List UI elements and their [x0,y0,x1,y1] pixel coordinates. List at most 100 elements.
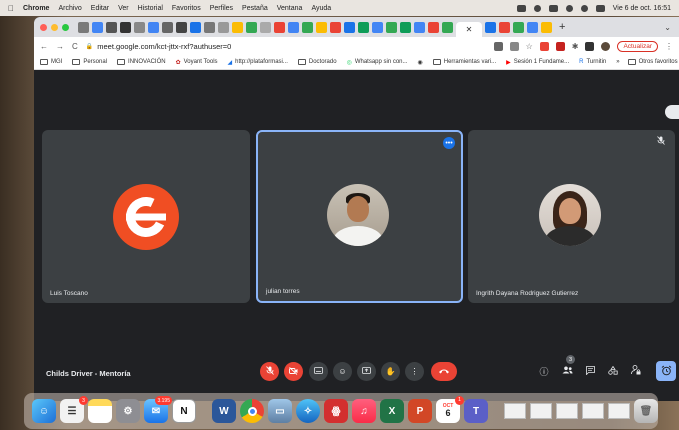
browser-menu-icon[interactable]: ⋮ [665,42,673,51]
dock-calendar[interactable]: OCT 6 1 [436,396,464,423]
tab-favicon[interactable] [148,21,159,33]
share-icon[interactable] [509,41,519,51]
zoom-window-button[interactable] [62,23,69,31]
control-center-icon[interactable] [595,4,605,12]
tab-favicon[interactable] [260,21,271,33]
chat-button[interactable] [584,365,596,377]
dock-music[interactable]: ♫ [352,399,376,423]
tab-favicon[interactable] [541,21,552,33]
dock-minimized-window[interactable] [582,403,604,419]
tab-favicon[interactable] [176,21,187,33]
tab-favicon[interactable] [106,21,117,33]
status-app-icon[interactable] [516,4,526,12]
tab-favicon[interactable] [316,21,327,33]
tab-favicon[interactable] [246,21,257,33]
dock-minimized-window[interactable] [556,403,578,419]
timer-button[interactable] [656,361,676,381]
participant-tile[interactable]: Luis Toscano [42,130,250,303]
extensions-puzzle-icon[interactable]: ✱ [572,42,579,51]
bookmark-item[interactable]: ◎ Whatsapp sin con... [347,59,408,66]
menu-item-editar[interactable]: Editar [91,5,109,12]
bookmark-item[interactable]: Herramientas vari... [432,59,496,65]
tab-favicon[interactable] [358,21,369,33]
menu-item-ventana[interactable]: Ventana [277,5,303,12]
dock-minimized-window[interactable] [504,403,526,419]
more-options-button[interactable]: ⋮ [405,362,424,381]
dock-teams[interactable]: T [464,399,488,423]
extension-icon[interactable] [555,41,565,51]
profile-avatar[interactable] [601,41,611,51]
microphone-toggle-button[interactable] [260,362,279,381]
reactions-button[interactable]: ☺ [333,362,352,381]
cloud-icon[interactable] [533,4,541,12]
raise-hand-button[interactable]: ✋ [381,362,400,381]
apple-menu-icon[interactable]:  [8,4,14,13]
tab-favicon[interactable] [513,21,524,33]
tab-favicon[interactable] [400,21,411,33]
tab-search-chevron-icon[interactable]: ⌄ [664,23,671,32]
more-options-icon[interactable]: ••• [443,137,455,149]
menu-app-name[interactable]: Chrome [23,5,49,12]
bookmark-item[interactable]: INNOVACIÓN [117,59,166,65]
tab-favicon[interactable] [162,21,173,33]
dock-safari[interactable]: ✧ [296,399,320,423]
camera-indicator-icon[interactable] [493,41,503,51]
menu-item-ayuda[interactable]: Ayuda [311,5,331,12]
menu-item-archivo[interactable]: Archivo [58,5,81,12]
side-panel-icon[interactable] [585,41,595,51]
battery-icon[interactable] [548,4,558,12]
bookmarks-overflow-button[interactable]: » [616,59,619,65]
minimize-window-button[interactable] [51,23,58,31]
people-button[interactable] [561,365,573,377]
leave-call-button[interactable] [431,362,457,381]
tab-favicon[interactable] [485,21,496,33]
tab-favicon[interactable] [527,21,538,33]
tab-favicon[interactable] [274,21,285,33]
dock-mail[interactable]: ✉ 3.195 [144,396,172,423]
participant-tile[interactable]: Ingrith Dayana Rodriguez Gutierrez [468,130,675,303]
menu-clock[interactable]: Vie 6 de oct. 16:51 [613,5,671,12]
present-screen-button[interactable] [357,362,376,381]
menu-item-pestana[interactable]: Pestaña [242,5,268,12]
search-icon[interactable] [580,4,588,12]
wifi-icon[interactable] [565,4,573,12]
tab-favicon[interactable] [204,21,215,33]
close-tab-icon[interactable]: ✕ [466,25,473,34]
dock-reminders[interactable]: ☰ 3 [60,396,88,423]
active-tab[interactable]: ✕ [456,22,482,37]
bookmark-item[interactable]: ◢ http://plataformasi... [228,59,288,66]
extension-icon[interactable] [539,41,549,51]
dock-minimized-window[interactable] [530,403,552,419]
forward-arrow-icon[interactable]: → [56,42,64,51]
tab-favicon[interactable] [414,21,425,33]
new-tab-icon[interactable]: + [559,21,565,33]
dock-mendeley[interactable]: ꙮ [324,399,348,423]
tab-favicon[interactable] [78,21,89,33]
tab-favicon[interactable] [372,21,383,33]
close-window-button[interactable] [40,23,47,31]
tab-favicon[interactable] [288,21,299,33]
update-button[interactable]: Actualizar [617,40,658,52]
tab-favicon[interactable] [386,21,397,33]
tab-favicon[interactable] [134,21,145,33]
dock-notes[interactable] [88,399,112,423]
back-arrow-icon[interactable]: ← [40,42,48,51]
menu-item-perfiles[interactable]: Perfiles [210,5,233,12]
tab-favicon[interactable] [442,21,453,33]
dock-finder[interactable]: ☺ [32,399,56,423]
other-bookmarks[interactable]: Otros favoritos [627,59,678,65]
bookmark-item[interactable]: ▶ Sesión 1 Fundame... [506,59,569,66]
menu-item-historial[interactable]: Historial [138,5,163,12]
address-bar[interactable]: 🔒 meet.google.com/kct-jttx-rxf?authuser=… [86,42,232,51]
meeting-details-button[interactable]: ⓘ [538,365,550,377]
tab-favicon[interactable] [190,21,201,33]
dock-trash[interactable]: 🗑 [634,399,658,423]
captions-button[interactable] [309,362,328,381]
bookmark-item[interactable]: ◉ [418,59,423,66]
dock-chrome[interactable] [240,399,264,423]
dock-notion[interactable]: N [172,399,196,423]
bookmark-star-icon[interactable]: ☆ [526,42,533,51]
dock-minimized-window[interactable] [608,403,630,419]
host-controls-button[interactable] [630,365,642,377]
bookmark-item[interactable]: Doctorado [297,59,337,65]
